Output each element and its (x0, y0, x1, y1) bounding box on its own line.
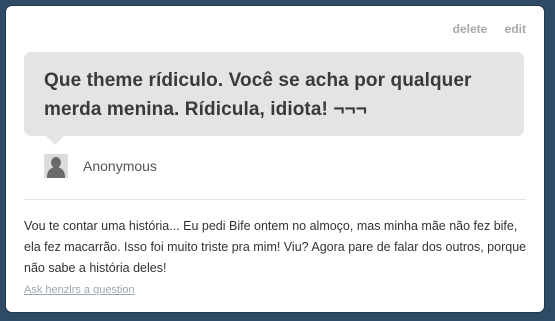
question-text: Que theme rídiculo. Você se acha por qua… (44, 70, 472, 120)
post-actions: delete edit (439, 22, 526, 36)
delete-link[interactable]: delete (453, 22, 488, 36)
anonymous-user-icon (44, 154, 68, 178)
ask-question-link[interactable]: Ask henzlrs a question (24, 284, 135, 296)
ask-post-card: delete edit Que theme rídiculo. Você se … (6, 6, 544, 312)
divider (24, 199, 526, 200)
asker-info: Anonymous (44, 154, 157, 178)
asker-name: Anonymous (83, 158, 157, 174)
edit-link[interactable]: edit (505, 22, 526, 36)
question-bubble: Que theme rídiculo. Você se acha por qua… (24, 52, 524, 145)
answer-text: Vou te contar uma história... Eu pedi Bi… (24, 219, 527, 275)
